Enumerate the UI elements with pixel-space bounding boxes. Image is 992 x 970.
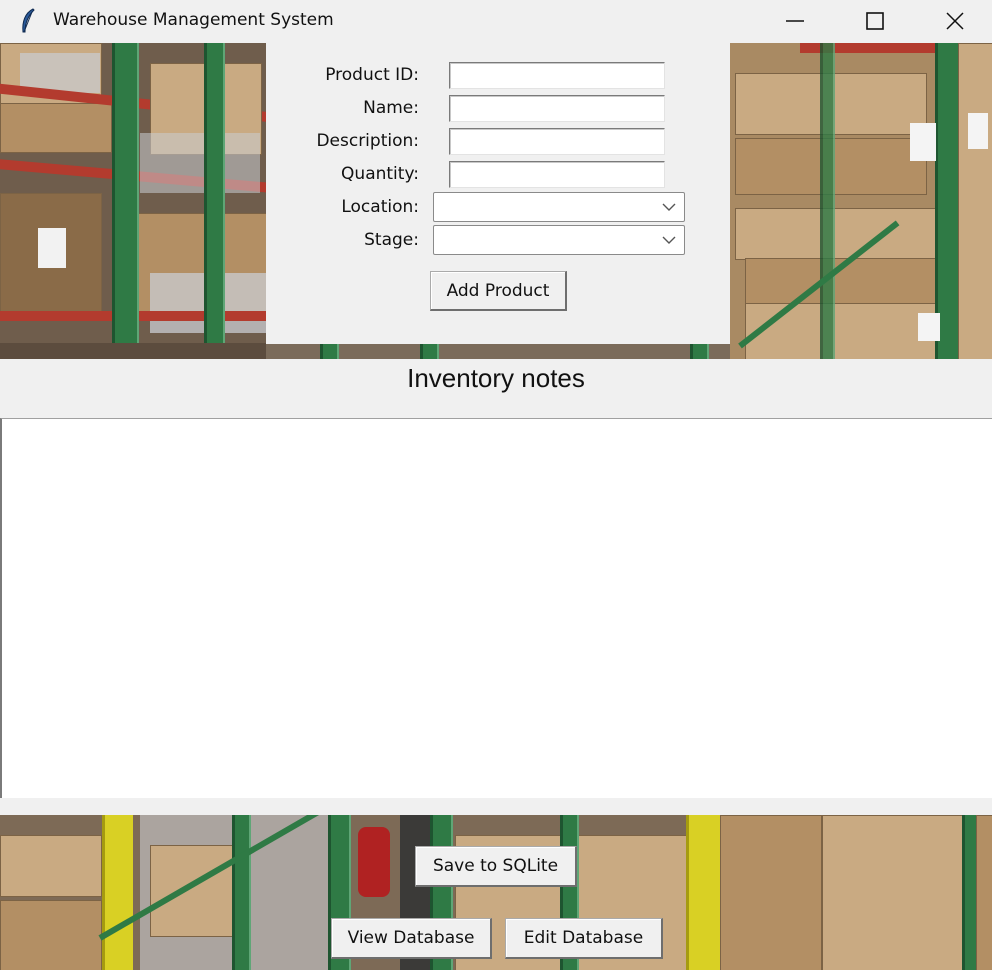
product-id-input[interactable] [449,62,665,89]
window-title: Warehouse Management System [53,10,334,30]
close-icon [946,12,964,30]
edit-database-button[interactable]: Edit Database [505,918,663,959]
stage-combobox[interactable] [433,225,685,255]
warehouse-photo-bottom [0,815,992,970]
save-to-sqlite-button[interactable]: Save to SQLite [415,846,577,887]
feather-icon [22,8,35,33]
inventory-notes-textarea[interactable] [0,418,992,798]
name-label: Name: [363,98,419,118]
minimize-button[interactable] [755,0,835,42]
quantity-input[interactable] [449,161,665,188]
location-label: Location: [341,197,419,217]
minimize-icon [786,20,804,22]
add-product-button[interactable]: Add Product [430,271,567,311]
name-input[interactable] [449,95,665,122]
chevron-down-icon [662,203,676,211]
chevron-down-icon [662,236,676,244]
title-bar: Warehouse Management System [0,0,992,42]
maximize-icon [866,12,884,30]
stage-label: Stage: [364,230,419,250]
close-button[interactable] [915,0,992,42]
description-label: Description: [316,131,419,151]
quantity-label: Quantity: [341,164,419,184]
product-form: Product ID: Name: Description: Quantity:… [266,43,730,344]
inventory-notes-title: Inventory notes [407,363,585,393]
product-id-label: Product ID: [325,65,419,85]
description-input[interactable] [449,128,665,155]
view-database-button[interactable]: View Database [331,918,492,959]
location-combobox[interactable] [433,192,685,222]
maximize-button[interactable] [835,0,915,42]
